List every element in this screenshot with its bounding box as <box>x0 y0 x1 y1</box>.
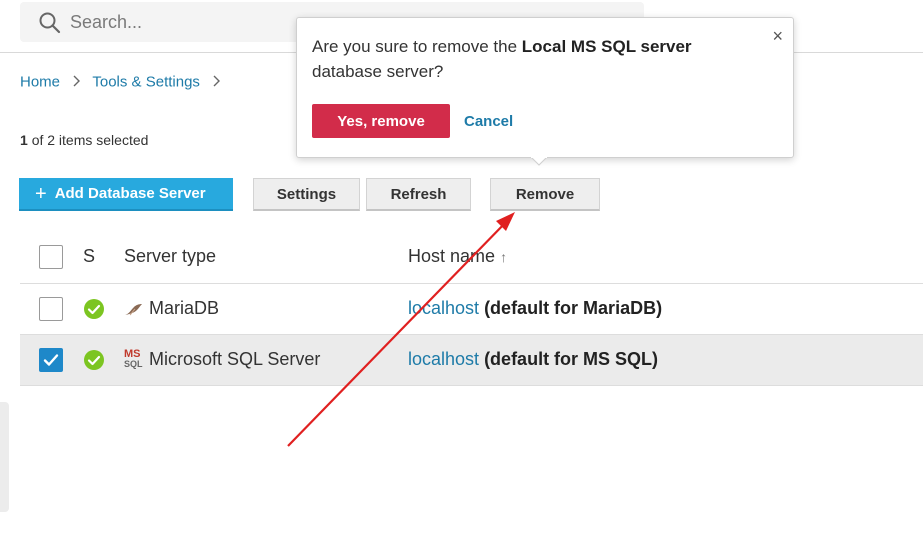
checkmark-icon <box>43 354 59 366</box>
server-type-mssql: Microsoft SQL Server <box>149 349 321 369</box>
host-link-mssql[interactable]: localhost <box>408 349 479 369</box>
mssql-icon-top: MS <box>124 348 141 360</box>
host-note-mssql: (default for MS SQL) <box>484 349 659 369</box>
status-ok-icon <box>84 350 104 370</box>
remove-button[interactable]: Remove <box>490 178 600 211</box>
search-input[interactable]: Search... <box>70 12 142 33</box>
selected-count: 1 <box>20 132 28 148</box>
host-name-label: Host name <box>408 246 496 266</box>
mariadb-icon <box>125 304 142 316</box>
message-server-name: Local MS SQL server <box>521 37 692 56</box>
selection-text: of 2 items selected <box>31 132 149 148</box>
chevron-right-icon <box>72 74 81 91</box>
host-note-mariadb: (default for MariaDB) <box>484 298 663 318</box>
side-panel-handle[interactable] <box>0 402 9 512</box>
settings-button[interactable]: Settings <box>253 178 360 211</box>
chevron-right-icon <box>212 74 221 91</box>
select-all-checkbox[interactable] <box>39 245 63 269</box>
column-header-host-name[interactable]: Host name ↑ <box>408 246 507 267</box>
plus-icon: + <box>35 182 47 205</box>
breadcrumb-tools-settings[interactable]: Tools & Settings <box>92 74 200 91</box>
sort-ascending-icon: ↑ <box>500 249 508 265</box>
host-name-mssql: localhost (default for MS SQL) <box>408 349 658 370</box>
host-link-mariadb[interactable]: localhost <box>408 298 479 318</box>
message-text-after: database server? <box>312 62 444 81</box>
column-header-status[interactable]: S <box>83 246 95 267</box>
host-name-mariadb: localhost (default for MariaDB) <box>408 298 662 319</box>
breadcrumb: Home Tools & Settings <box>20 73 228 91</box>
message-text-before: Are you sure to remove the <box>312 37 522 56</box>
popover-caret <box>531 156 547 166</box>
confirmation-message: Are you sure to remove the Local MS SQL … <box>312 34 752 84</box>
column-header-server-type[interactable]: Server type <box>124 246 216 267</box>
add-database-server-button[interactable]: + Add Database Server <box>19 178 233 211</box>
remove-confirmation-popover: Are you sure to remove the Local MS SQL … <box>296 17 794 158</box>
row-divider-line <box>20 385 923 386</box>
cancel-button[interactable]: Cancel <box>464 113 513 130</box>
yes-remove-button[interactable]: Yes, remove <box>312 104 450 138</box>
close-icon[interactable]: × <box>772 26 783 47</box>
mssql-icon: MS SQL <box>124 348 144 370</box>
selection-info: 1 of 2 items selected <box>20 132 148 148</box>
status-ok-icon <box>84 299 104 319</box>
breadcrumb-home[interactable]: Home <box>20 74 60 91</box>
server-type-mariadb: MariaDB <box>149 298 220 318</box>
row-checkbox-mariadb[interactable] <box>39 297 63 321</box>
mssql-icon-bottom: SQL <box>124 359 143 369</box>
search-icon <box>39 12 61 34</box>
row-checkbox-mssql[interactable] <box>39 348 63 372</box>
add-database-server-label: Add Database Server <box>54 185 206 202</box>
refresh-button[interactable]: Refresh <box>366 178 471 211</box>
header-divider-line <box>20 283 923 284</box>
